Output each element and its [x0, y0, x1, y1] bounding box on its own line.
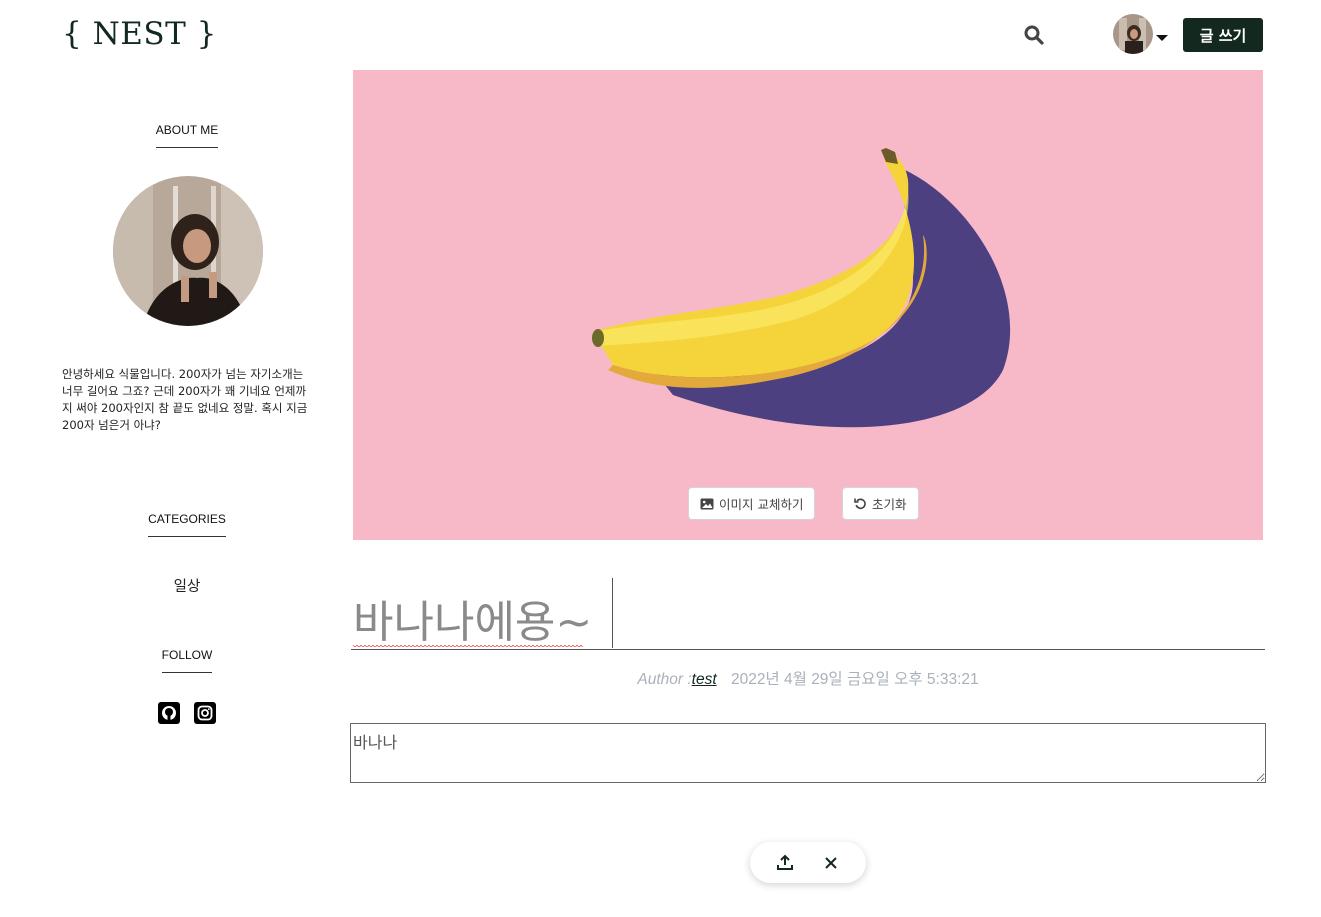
close-icon — [825, 856, 837, 869]
author-link[interactable]: test — [692, 671, 717, 688]
text-cursor — [612, 578, 613, 648]
post-title-input[interactable] — [351, 578, 1265, 650]
close-button[interactable] — [820, 852, 842, 874]
image-icon — [700, 498, 714, 509]
banana-image — [353, 70, 1263, 540]
category-item[interactable]: 일상 — [62, 575, 312, 596]
site-logo[interactable]: { NEST } — [62, 16, 217, 52]
floating-action-bar — [750, 842, 866, 883]
profile-avatar — [113, 176, 263, 326]
instagram-icon[interactable] — [194, 702, 216, 724]
write-post-button[interactable]: 글 쓰기 — [1183, 18, 1263, 52]
replace-image-button[interactable]: 이미지 교체하기 — [688, 487, 816, 520]
profile-bio: 안녕하세요 식물입니다. 200자가 넘는 자기소개는 너무 길어요 그죠? 근… — [62, 367, 308, 432]
github-icon[interactable] — [158, 702, 180, 724]
post-date: 2022년 4월 29일 금요일 오후 5:33:21 — [730, 671, 979, 688]
about-me-heading: ABOUT ME — [62, 123, 312, 148]
follow-heading: FOLLOW — [62, 648, 312, 673]
categories-heading: CATEGORIES — [62, 512, 312, 537]
chevron-down-icon[interactable] — [1156, 35, 1168, 41]
reset-image-button[interactable]: 초기화 — [842, 487, 919, 520]
search-button[interactable] — [1022, 23, 1046, 47]
post-body-input[interactable]: 바나나 — [350, 723, 1266, 783]
social-links — [158, 702, 216, 724]
search-icon — [1024, 25, 1044, 45]
upload-icon — [777, 854, 793, 870]
author-label: Author : — [637, 671, 692, 688]
publish-button[interactable] — [774, 852, 796, 874]
undo-icon — [854, 498, 866, 510]
post-meta: Author :test 2022년 4월 29일 금요일 오후 5:33:21 — [351, 667, 1265, 689]
cover-image: 이미지 교체하기 초기화 — [353, 70, 1263, 540]
user-avatar[interactable] — [1113, 14, 1153, 54]
